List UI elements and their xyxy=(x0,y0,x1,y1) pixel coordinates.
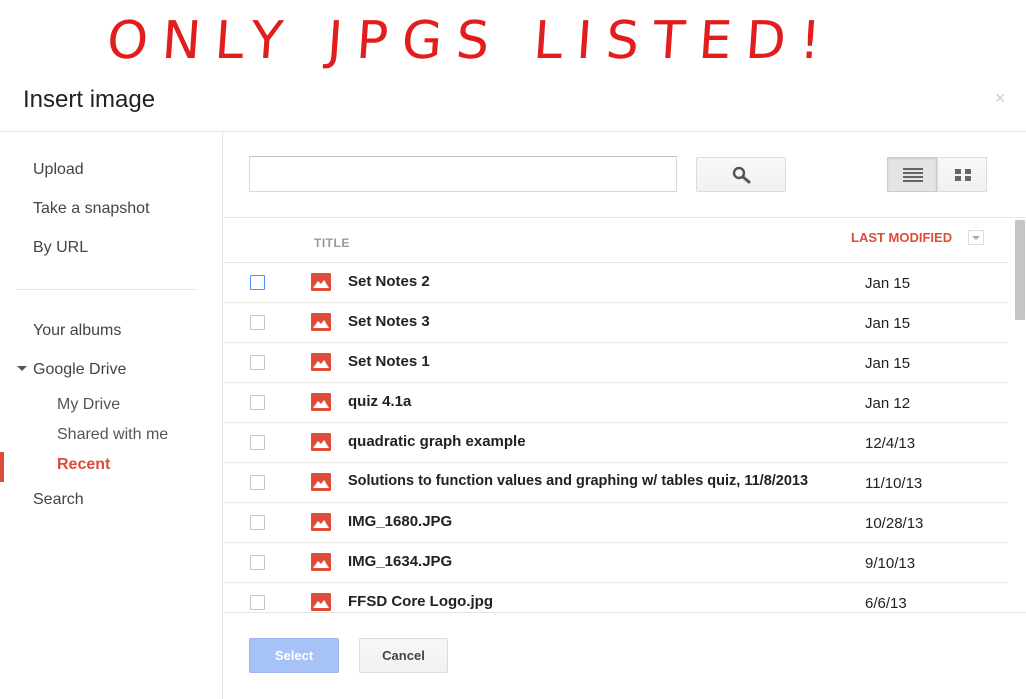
image-file-icon xyxy=(311,433,331,451)
list-scrollbar[interactable] xyxy=(1010,218,1026,612)
row-checkbox[interactable] xyxy=(250,315,265,330)
file-row[interactable]: IMG_1680.JPG 10/28/13 xyxy=(224,503,1008,543)
row-checkbox[interactable] xyxy=(250,555,265,570)
footer-divider xyxy=(224,612,1026,613)
dialog-title: Insert image xyxy=(23,86,156,113)
row-checkbox[interactable] xyxy=(250,275,265,290)
row-checkbox[interactable] xyxy=(250,395,265,410)
search-input[interactable] xyxy=(249,156,677,192)
file-date: Jan 15 xyxy=(865,315,911,332)
file-list: Set Notes 2 Jan 15 Set Notes 3 Jan 15 Se… xyxy=(224,263,1008,612)
file-name: IMG_1634.JPG xyxy=(348,553,453,570)
list-view-icon xyxy=(903,168,923,182)
sidebar-item-albums[interactable]: Your albums xyxy=(33,322,121,340)
cancel-button[interactable]: Cancel xyxy=(359,638,448,673)
image-file-icon xyxy=(311,473,331,491)
file-name: quadratic graph example xyxy=(348,433,526,450)
sidebar-item-google-drive[interactable]: Google Drive xyxy=(17,361,126,379)
file-date: 12/4/13 xyxy=(865,435,916,452)
active-indicator xyxy=(0,452,4,482)
file-date: Jan 15 xyxy=(865,355,911,372)
file-name: Set Notes 1 xyxy=(348,353,430,370)
file-name: IMG_1680.JPG xyxy=(348,513,453,530)
file-name: FFSD Core Logo.jpg xyxy=(348,593,493,610)
handwritten-annotation: ONLY JPGS LISTED! xyxy=(110,11,837,71)
file-row[interactable]: quadratic graph example 12/4/13 xyxy=(224,423,1008,463)
close-icon[interactable]: × xyxy=(995,88,1006,109)
row-checkbox[interactable] xyxy=(250,475,265,490)
column-header-title[interactable]: TITLE xyxy=(314,236,350,250)
file-date: Jan 15 xyxy=(865,275,911,292)
row-checkbox[interactable] xyxy=(250,515,265,530)
sidebar-divider xyxy=(17,289,197,290)
svg-text:ONLY JPGS LISTED!: ONLY JPGS LISTED! xyxy=(110,11,837,71)
scrollbar-thumb[interactable] xyxy=(1015,220,1025,320)
file-name: quiz 4.1a xyxy=(348,393,412,410)
file-date: 6/6/13 xyxy=(865,595,907,612)
image-file-icon xyxy=(311,393,331,411)
file-row[interactable]: Set Notes 3 Jan 15 xyxy=(224,303,1008,343)
sidebar-item-my-drive[interactable]: My Drive xyxy=(57,396,120,414)
file-name: Solutions to function values and graphin… xyxy=(348,473,809,489)
file-name: Set Notes 3 xyxy=(348,313,430,330)
grid-view-icon xyxy=(955,169,971,181)
grid-view-button[interactable] xyxy=(937,157,987,192)
sidebar-item-snapshot[interactable]: Take a snapshot xyxy=(33,200,150,218)
column-header-last-modified[interactable]: LAST MODIFIED xyxy=(851,230,952,245)
search-button[interactable] xyxy=(696,157,786,192)
file-row[interactable]: Set Notes 1 Jan 15 xyxy=(224,343,1008,383)
sidebar-item-recent[interactable]: Recent xyxy=(57,456,110,474)
file-date: 9/10/13 xyxy=(865,555,916,572)
image-file-icon xyxy=(311,273,331,291)
sidebar: Upload Take a snapshot By URL Your album… xyxy=(0,132,223,699)
image-file-icon xyxy=(311,353,331,371)
select-button[interactable]: Select xyxy=(249,638,339,673)
sidebar-item-by-url[interactable]: By URL xyxy=(33,239,88,257)
file-row[interactable]: Solutions to function values and graphin… xyxy=(224,463,1008,503)
image-file-icon xyxy=(311,553,331,571)
row-checkbox[interactable] xyxy=(250,595,265,610)
file-row[interactable]: quiz 4.1a Jan 12 xyxy=(224,383,1008,423)
file-name: Set Notes 2 xyxy=(348,273,430,290)
file-row[interactable]: FFSD Core Logo.jpg 6/6/13 xyxy=(224,583,1008,612)
expand-triangle-icon xyxy=(17,365,27,371)
sort-dropdown-icon[interactable] xyxy=(968,230,984,245)
file-row[interactable]: Set Notes 2 Jan 15 xyxy=(224,263,1008,303)
search-icon xyxy=(732,166,751,184)
file-date: 10/28/13 xyxy=(865,515,924,532)
row-checkbox[interactable] xyxy=(250,435,265,450)
sidebar-item-shared[interactable]: Shared with me xyxy=(57,426,168,444)
row-checkbox[interactable] xyxy=(250,355,265,370)
file-date: Jan 12 xyxy=(865,395,911,412)
file-date: 11/10/13 xyxy=(865,475,923,492)
image-file-icon xyxy=(311,313,331,331)
sidebar-item-google-drive-label: Google Drive xyxy=(33,361,127,378)
list-view-button[interactable] xyxy=(887,157,937,192)
file-row[interactable]: IMG_1634.JPG 9/10/13 xyxy=(224,543,1008,583)
image-file-icon xyxy=(311,513,331,531)
view-toggle xyxy=(887,157,987,192)
sidebar-item-upload[interactable]: Upload xyxy=(33,161,84,179)
list-top-divider xyxy=(224,217,1026,218)
sidebar-item-search[interactable]: Search xyxy=(33,491,84,509)
image-file-icon xyxy=(311,593,331,611)
